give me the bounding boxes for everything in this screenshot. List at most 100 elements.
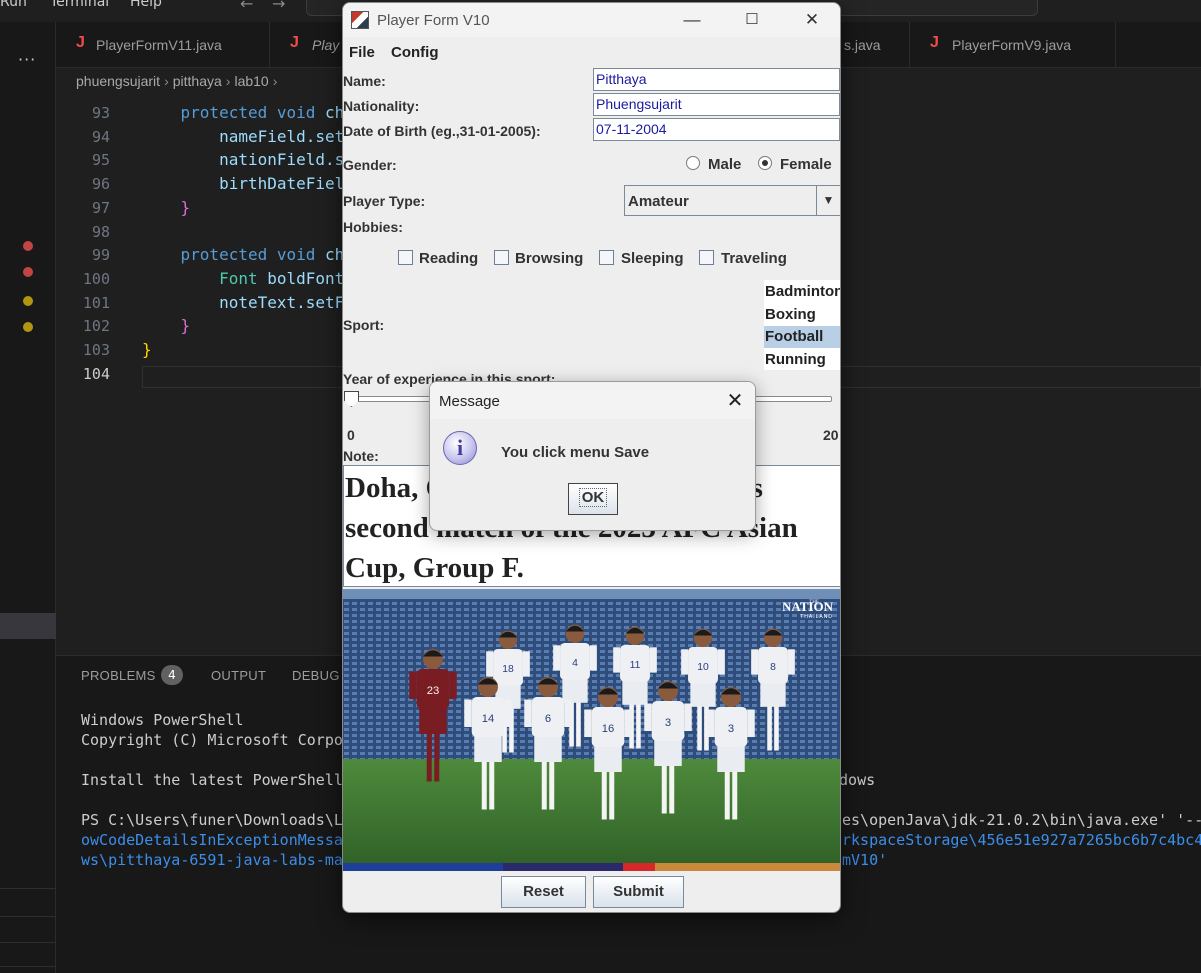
player-type-combobox[interactable]: Amateur ▼ xyxy=(624,185,840,216)
terminal-line: Windows PowerShell xyxy=(81,711,244,729)
name-label: Name: xyxy=(343,73,386,89)
problems-count-badge: 4 xyxy=(161,665,183,685)
line-number: 95 xyxy=(91,151,110,170)
dialog-titlebar[interactable]: Message ✕ xyxy=(430,382,755,419)
gender-male-radio[interactable] xyxy=(686,156,700,170)
ok-button[interactable]: OK xyxy=(568,483,618,515)
hobby-traveling-checkbox[interactable] xyxy=(699,250,714,265)
code-line: protected void ch xyxy=(180,245,345,265)
info-icon: i xyxy=(443,431,477,465)
hobby-browsing-label[interactable]: Browsing xyxy=(515,250,583,267)
jersey-number: 8 xyxy=(770,662,776,673)
code-line: birthDateFiel xyxy=(142,174,345,194)
sport-list[interactable]: Badminton Boxing Football Running xyxy=(764,280,840,371)
tab-playerformv11[interactable]: J PlayerFormV11.java xyxy=(56,22,270,68)
gender-label: Gender: xyxy=(343,157,397,173)
terminal-line: mV10' xyxy=(842,851,888,869)
jersey-number: 23 xyxy=(427,685,440,697)
hobby-browsing-checkbox[interactable] xyxy=(494,250,509,265)
line-number: 94 xyxy=(91,127,110,146)
dob-field[interactable]: 07-11-2004 xyxy=(593,118,840,141)
breadcrumb-item[interactable]: pitthaya xyxy=(173,73,222,89)
java-app-icon xyxy=(351,11,369,29)
gender-male-label[interactable]: Male xyxy=(708,156,741,173)
gender-female-label[interactable]: Female xyxy=(780,156,832,173)
terminal-line: ws\pitthaya-6591-java-labs-ma xyxy=(81,851,343,869)
jersey-number: 6 xyxy=(545,713,551,725)
code-line: noteText.setF xyxy=(142,292,345,312)
close-icon[interactable]: ✕ xyxy=(797,10,827,30)
code-line: nameField.set xyxy=(142,126,345,146)
nationality-field[interactable]: Phuengsujarit xyxy=(593,93,840,116)
chevron-right-icon: › xyxy=(272,73,278,89)
gender-female-radio[interactable] xyxy=(758,156,772,170)
jersey-number: 10 xyxy=(697,662,709,673)
forward-arrow-icon[interactable]: → xyxy=(272,0,285,13)
menu-run[interactable]: Run xyxy=(0,0,27,10)
menu-terminal[interactable]: Terminal xyxy=(50,0,109,10)
chevron-right-icon: › xyxy=(164,73,169,89)
breadcrumb-item[interactable]: phuengsujarit xyxy=(76,73,160,89)
sport-item-badminton[interactable]: Badminton xyxy=(764,281,840,303)
terminal-line: owCodeDetailsInExceptionMessa xyxy=(81,831,343,849)
breadcrumb: phuengsujarit › pitthaya › lab10 › xyxy=(76,73,281,89)
terminal-line: es\openJava\jdk-21.0.2\bin\java.exe' '--… xyxy=(842,811,1201,829)
chevron-down-icon[interactable]: ▼ xyxy=(816,186,840,215)
jersey-number: 4 xyxy=(572,658,578,669)
line-number: 102 xyxy=(82,317,110,336)
player-type-label: Player Type: xyxy=(343,193,426,209)
maximize-icon[interactable]: ☐ xyxy=(737,10,767,28)
reset-button[interactable]: Reset xyxy=(501,876,586,908)
breakpoint-icon xyxy=(23,322,33,332)
sport-item-running[interactable]: Running xyxy=(764,349,840,371)
sport-label: Sport: xyxy=(343,317,385,333)
line-number: 103 xyxy=(82,341,110,359)
jersey-number: 16 xyxy=(602,723,615,735)
nation-logo: NATION xyxy=(782,599,834,614)
team-photo: 18 4 11 10 8 23 14 6 16 3 3 THE NATION THAILAND xyxy=(343,589,840,871)
sport-item-boxing[interactable]: Boxing xyxy=(764,304,840,326)
minimize-icon[interactable]: — xyxy=(677,10,707,30)
hobby-sleeping-checkbox[interactable] xyxy=(599,250,614,265)
hobbies-label: Hobbies: xyxy=(343,219,403,235)
submit-button[interactable]: Submit xyxy=(593,876,684,908)
line-number: 104 xyxy=(82,364,110,383)
terminal-line: PS C:\Users\funer\Downloads\L xyxy=(81,811,343,829)
line-number: 93 xyxy=(91,104,110,122)
jersey-number: 18 xyxy=(502,664,514,675)
more-icon[interactable]: ··· xyxy=(18,50,36,69)
breadcrumb-item[interactable]: lab10 xyxy=(234,73,268,89)
name-field[interactable]: Pitthaya xyxy=(593,68,840,91)
hobby-reading-checkbox[interactable] xyxy=(398,250,413,265)
jersey-number: 3 xyxy=(728,723,734,735)
menu-config[interactable]: Config xyxy=(391,44,438,61)
ok-button-label: OK xyxy=(578,488,608,507)
terminal-line: Copyright (C) Microsoft Corpo xyxy=(81,731,343,749)
line-number: 100 xyxy=(82,269,110,288)
watermark-sub: THAILAND xyxy=(800,614,833,620)
close-icon[interactable]: ✕ xyxy=(724,388,746,413)
java-file-icon: J xyxy=(930,34,939,51)
menu-file[interactable]: File xyxy=(349,44,375,61)
code-line: } xyxy=(142,340,152,359)
hobby-traveling-label[interactable]: Traveling xyxy=(721,250,787,267)
back-arrow-icon[interactable]: ← xyxy=(240,0,253,13)
activity-bar: ··· xyxy=(0,22,56,973)
window-titlebar[interactable]: Player Form V10 — ☐ ✕ xyxy=(343,3,840,37)
sport-item-football[interactable]: Football xyxy=(764,326,840,348)
menu-help[interactable]: Help xyxy=(130,0,162,10)
tab-output[interactable]: OUTPUT xyxy=(211,668,266,683)
note-label: Note: xyxy=(343,448,379,464)
tab-playerformv9[interactable]: J PlayerFormV9.java xyxy=(910,22,1116,68)
dialog-title: Message xyxy=(439,393,500,410)
activity-active-item[interactable] xyxy=(0,613,56,639)
line-number: 99 xyxy=(91,246,110,265)
chevron-right-icon: › xyxy=(225,73,231,89)
line-number: 101 xyxy=(82,293,110,312)
code-line: Font boldFont xyxy=(219,268,345,288)
hobby-reading-label[interactable]: Reading xyxy=(419,250,478,267)
experience-slider-thumb[interactable] xyxy=(344,391,359,407)
tab-problems[interactable]: PROBLEMS xyxy=(81,668,156,683)
hobby-sleeping-label[interactable]: Sleeping xyxy=(621,250,684,267)
line-number: 98 xyxy=(91,222,110,241)
